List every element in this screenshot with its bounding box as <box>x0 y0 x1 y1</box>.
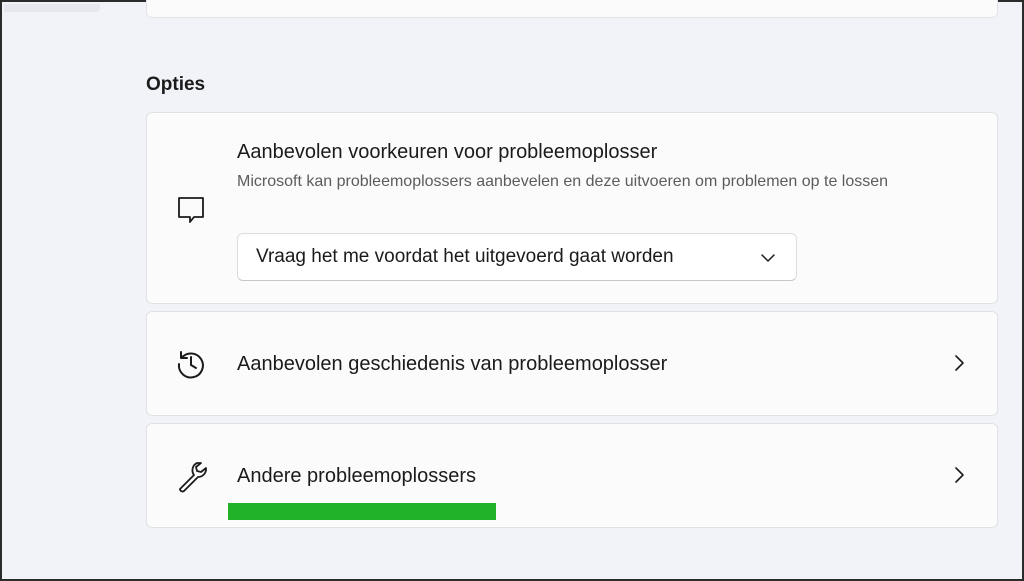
chevron-down-icon <box>761 254 775 262</box>
other-troubleshooters-label: Andere probleemoplossers <box>237 465 477 487</box>
chevron-right-icon <box>955 355 964 371</box>
recommended-preferences-title: Aanbevolen voorkeuren voor probleemoplos… <box>237 141 658 163</box>
previous-card <box>146 0 998 18</box>
wrench-icon <box>179 462 207 493</box>
nav-pane-stub <box>4 4 100 12</box>
troubleshooter-preference-dropdown[interactable]: Vraag het me voordat het uitgevoerd gaat… <box>237 233 797 281</box>
section-title: Opties <box>146 74 206 95</box>
message-icon <box>178 197 204 223</box>
dropdown-selected-value: Vraag het me voordat het uitgevoerd gaat… <box>256 246 674 267</box>
recommended-preferences-card: Aanbevolen voorkeuren voor probleemoplos… <box>146 112 998 304</box>
history-icon <box>177 351 204 379</box>
chevron-right-icon <box>955 467 964 483</box>
highlight-underline <box>228 503 496 520</box>
recommended-preferences-description: Microsoft kan probleemoplossers aanbevel… <box>237 173 889 190</box>
recommended-history-label: Aanbevolen geschiedenis van probleemoplo… <box>237 353 668 375</box>
recommended-history-card[interactable]: Aanbevolen geschiedenis van probleemoplo… <box>146 311 998 416</box>
